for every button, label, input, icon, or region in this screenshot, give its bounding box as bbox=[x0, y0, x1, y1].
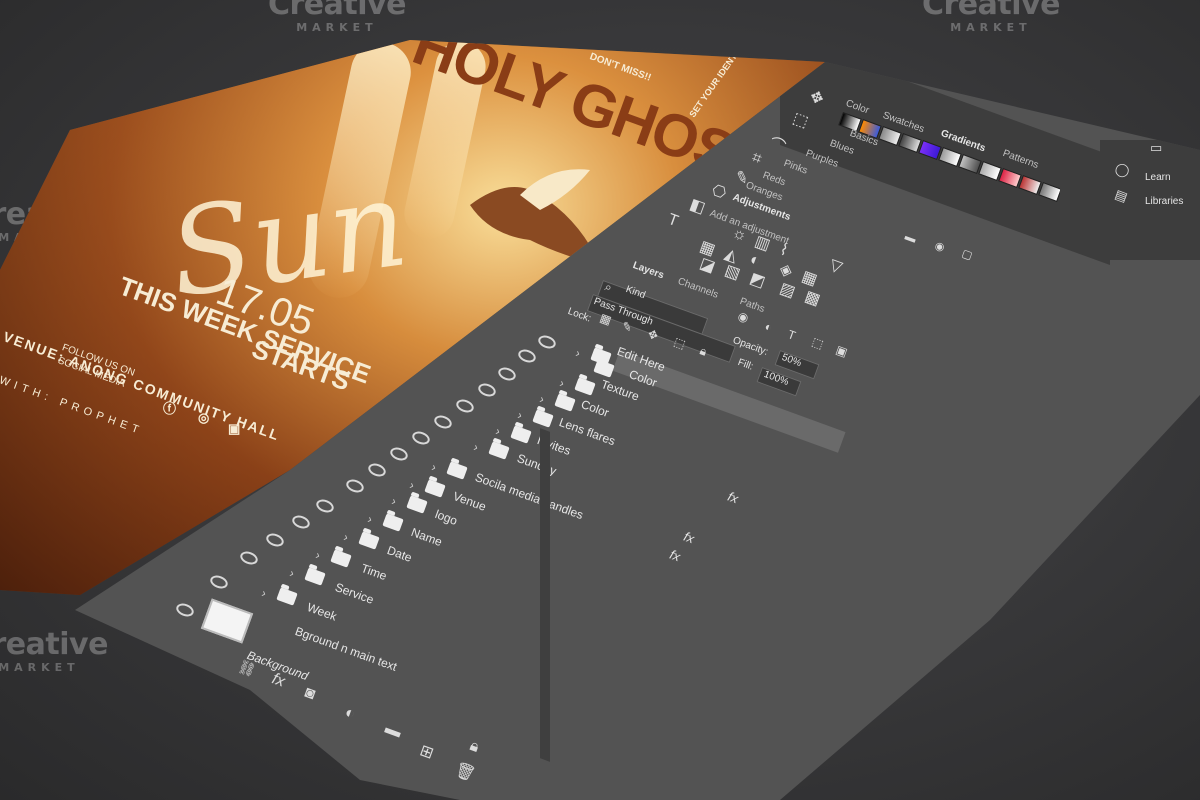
folder-icon bbox=[554, 393, 576, 412]
eye-icon[interactable] bbox=[536, 333, 558, 351]
tab-channels[interactable]: Channels bbox=[676, 276, 719, 301]
chevron-right-icon[interactable]: › bbox=[472, 440, 481, 455]
folder-icon bbox=[510, 425, 532, 444]
eye-icon[interactable] bbox=[238, 549, 260, 567]
eye-icon[interactable] bbox=[496, 365, 518, 383]
folder-icon bbox=[593, 359, 615, 378]
chevron-right-icon[interactable]: › bbox=[494, 424, 503, 439]
filter-adjustment-icon[interactable]: ◐ bbox=[763, 319, 775, 335]
dock-learn[interactable]: Learn bbox=[1145, 172, 1171, 183]
crop-tool-icon[interactable]: ⌗ bbox=[749, 149, 764, 169]
fx-icon[interactable]: fx bbox=[269, 670, 288, 691]
opacity-label: Opacity: bbox=[731, 335, 770, 358]
fx-badge[interactable]: fx bbox=[682, 529, 697, 547]
folder-icon bbox=[304, 567, 326, 586]
eye-icon[interactable] bbox=[344, 477, 366, 495]
chevron-right-icon[interactable]: › bbox=[260, 586, 269, 601]
layer-name[interactable]: Name bbox=[409, 525, 444, 549]
layer-name[interactable]: Color bbox=[579, 397, 611, 420]
filter-pixel-icon[interactable]: ◉ bbox=[736, 309, 751, 326]
chevron-right-icon[interactable]: › bbox=[558, 376, 567, 391]
eye-icon[interactable] bbox=[454, 397, 476, 415]
eye-icon[interactable] bbox=[476, 381, 498, 399]
new-adjustment-icon[interactable]: ◐ bbox=[342, 704, 358, 724]
folder-icon bbox=[330, 549, 352, 568]
watermark: CreativeMARKET bbox=[0, 627, 108, 674]
mockup-scene: CreativeMARKET CreativeMARKET CreativeMA… bbox=[0, 0, 1200, 800]
chevron-right-icon[interactable]: › bbox=[574, 346, 583, 361]
tab-layers[interactable]: Layers bbox=[631, 260, 665, 281]
fx-badge[interactable]: fx bbox=[668, 547, 683, 565]
layer-thumbnail[interactable] bbox=[200, 598, 254, 644]
gradient-group-pinks[interactable]: Pinks bbox=[782, 158, 809, 177]
new-layer-button-icon[interactable]: ⊞ bbox=[417, 740, 436, 763]
folder-icon bbox=[358, 531, 380, 550]
eye-icon[interactable] bbox=[388, 445, 410, 463]
layer-name[interactable]: Date bbox=[385, 543, 414, 565]
folder-icon bbox=[488, 441, 510, 460]
panel-scrollbar[interactable] bbox=[1060, 180, 1070, 220]
filter-type-icon[interactable]: T bbox=[786, 327, 798, 343]
folder-icon bbox=[574, 377, 596, 396]
eye-icon[interactable] bbox=[410, 429, 432, 447]
selective-color-icon[interactable]: ▩ bbox=[802, 286, 823, 310]
watermark: CreativeMARKET bbox=[922, 0, 1060, 34]
chevron-right-icon[interactable]: › bbox=[430, 460, 439, 475]
layer-name[interactable]: logo bbox=[433, 507, 459, 528]
chevron-right-icon[interactable]: › bbox=[390, 494, 399, 509]
chevron-right-icon[interactable]: › bbox=[314, 548, 323, 563]
vibrance-icon[interactable]: ▽ bbox=[827, 254, 845, 277]
folder-icon bbox=[532, 409, 554, 428]
workspace-icon[interactable]: ▭ bbox=[1150, 140, 1162, 156]
chevron-right-icon[interactable]: › bbox=[408, 478, 417, 493]
type-tool-icon[interactable]: T bbox=[665, 211, 681, 231]
eye-icon[interactable] bbox=[290, 513, 312, 531]
eye-icon[interactable] bbox=[208, 573, 230, 591]
chevron-right-icon[interactable]: › bbox=[342, 530, 351, 545]
add-mask-icon[interactable]: ◙ bbox=[302, 684, 318, 704]
eraser-tool-icon[interactable]: ◧ bbox=[687, 194, 708, 218]
chevron-right-icon[interactable]: › bbox=[538, 392, 547, 407]
filter-smart-icon[interactable]: ▣ bbox=[834, 342, 849, 359]
layer-name[interactable]: Socila media handles bbox=[473, 470, 585, 522]
trash-icon[interactable]: 🗑︎ bbox=[452, 759, 478, 785]
gradient-map-icon[interactable]: ▨ bbox=[777, 278, 798, 302]
filter-shape-icon[interactable]: ⬚ bbox=[810, 334, 825, 351]
folder-icon bbox=[406, 495, 428, 514]
threshold-icon[interactable]: ◩ bbox=[747, 268, 768, 292]
chevron-right-icon[interactable]: › bbox=[288, 566, 297, 581]
poster-side-text: SET YOUR IDENTITY IN bbox=[687, 30, 754, 120]
eye-icon[interactable] bbox=[314, 497, 336, 515]
new-layer-icon[interactable]: ▬ bbox=[903, 230, 917, 245]
folder-icon bbox=[446, 461, 468, 480]
layer-name[interactable]: Service bbox=[333, 580, 375, 607]
layer-name[interactable]: Venue bbox=[451, 489, 488, 514]
new-group-icon[interactable]: ▬ bbox=[382, 720, 404, 742]
layer-name[interactable]: Time bbox=[359, 561, 388, 583]
view-icon[interactable]: ◉ bbox=[933, 239, 946, 255]
chevron-right-icon[interactable]: › bbox=[366, 512, 375, 527]
layer-name[interactable]: Bground n main text bbox=[293, 624, 399, 674]
watermark: CreativeMARKET bbox=[268, 0, 406, 34]
lasso-tool-icon[interactable]: ⌒ bbox=[766, 130, 789, 158]
fill-label: Fill: bbox=[736, 357, 755, 373]
dock-libraries[interactable]: Libraries bbox=[1145, 196, 1183, 207]
fx-badge[interactable]: fx bbox=[726, 489, 741, 507]
invert-icon[interactable]: ◪ bbox=[697, 253, 718, 277]
layer-name[interactable]: Sunday bbox=[515, 451, 558, 478]
stamp-tool-icon[interactable]: ⎔ bbox=[709, 180, 729, 204]
eye-icon[interactable] bbox=[432, 413, 454, 431]
eye-icon[interactable] bbox=[264, 531, 286, 549]
eye-icon[interactable] bbox=[516, 347, 538, 365]
delete-adjustment-icon[interactable]: ▢ bbox=[960, 247, 974, 263]
lock-icon[interactable]: 🔒︎ bbox=[467, 737, 482, 757]
layers-scrollbar[interactable] bbox=[540, 428, 550, 762]
layer-name[interactable]: Week bbox=[305, 600, 338, 624]
chevron-right-icon[interactable]: › bbox=[516, 408, 525, 423]
folder-icon bbox=[382, 513, 404, 532]
folder-icon bbox=[424, 479, 446, 498]
eye-icon[interactable] bbox=[366, 461, 388, 479]
eye-icon[interactable] bbox=[174, 601, 196, 619]
folder-icon bbox=[276, 587, 298, 606]
